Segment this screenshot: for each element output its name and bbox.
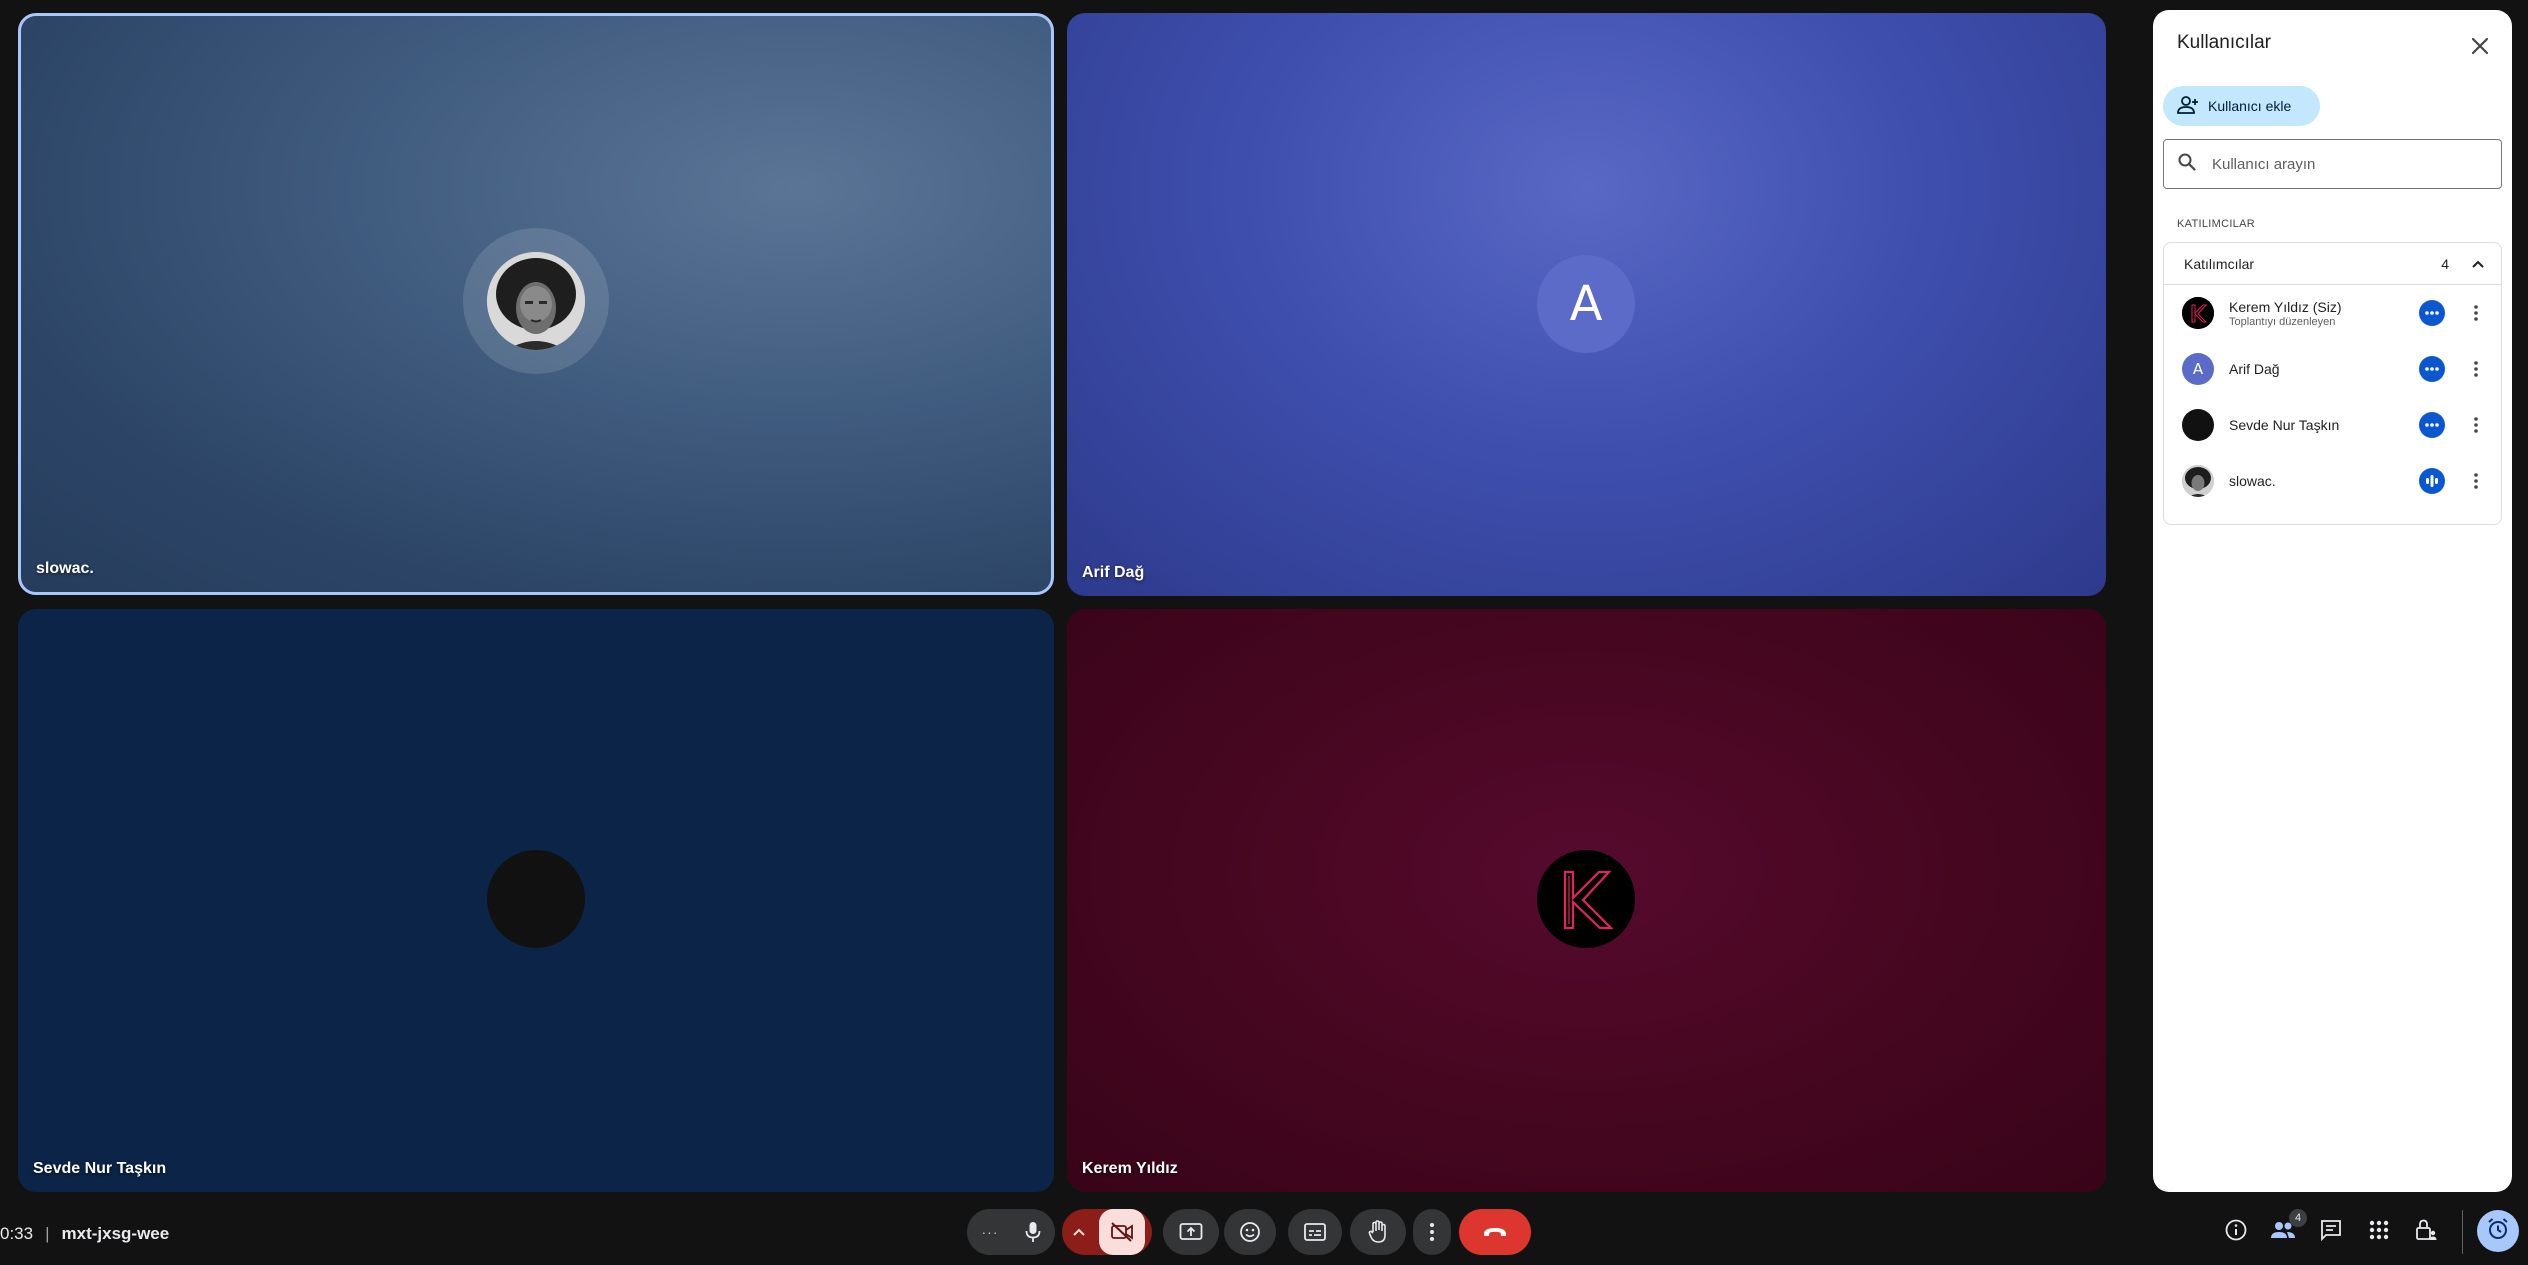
audio-wave-icon[interactable]	[2419, 468, 2445, 494]
participant-role: Toplantıyı düzenleyen	[2229, 315, 2336, 328]
emoji-icon	[1239, 1221, 1261, 1243]
participant-name: Arif Dağ	[2229, 361, 2280, 377]
camera-control-group	[1062, 1209, 1152, 1255]
leave-call-button[interactable]	[1459, 1209, 1531, 1255]
chevron-up-icon[interactable]	[2467, 253, 2489, 275]
more-dots-icon[interactable]	[2419, 356, 2445, 382]
participant-row[interactable]: Sevde Nur Taşkın	[2164, 397, 2501, 453]
camera-off-icon[interactable]	[1099, 1209, 1145, 1255]
lock-person-icon	[2414, 1218, 2438, 1247]
participant-row[interactable]: Kerem Yıldız (Siz) Toplantıyı düzenleyen	[2164, 285, 2501, 341]
present-screen-icon	[1179, 1222, 1203, 1242]
tile-label-sevde: Sevde Nur Taşkın	[33, 1160, 167, 1177]
reactions-button[interactable]	[1224, 1209, 1276, 1255]
kerem-k-logo-avatar	[1537, 850, 1635, 948]
tile-label-slowac: slowac.	[36, 560, 94, 577]
group-title: Katılımcılar	[2184, 255, 2255, 272]
toolbar-divider	[2462, 1210, 2463, 1254]
alarm-clock-icon	[2486, 1217, 2510, 1246]
meeting-info: 0:33 | mxt-jxsg-wee	[0, 1222, 169, 1246]
add-user-button[interactable]: Kullanıcı ekle	[2163, 86, 2320, 126]
search-input[interactable]	[2212, 155, 2482, 173]
present-screen-button[interactable]	[1163, 1209, 1219, 1255]
more-vert-icon[interactable]	[2465, 466, 2487, 496]
group-count: 4	[2441, 255, 2449, 272]
slowac-photo-avatar	[487, 252, 585, 350]
more-dots-icon[interactable]	[2419, 412, 2445, 438]
raise-hand-button[interactable]	[1350, 1209, 1406, 1255]
tile-slowac[interactable]: slowac.	[18, 13, 1054, 595]
meeting-code: mxt-jxsg-wee	[61, 1224, 170, 1243]
more-options-button[interactable]: ···	[982, 1224, 999, 1240]
host-controls-button[interactable]	[2410, 1216, 2442, 1248]
slowac-photo-avatar-small	[2182, 465, 2214, 497]
panel-title: Kullanıcılar	[2177, 32, 2271, 53]
tile-kerem[interactable]: Kerem Yıldız	[1067, 609, 2106, 1192]
chat-button[interactable]	[2315, 1216, 2347, 1248]
timer-button[interactable]	[2477, 1210, 2519, 1252]
more-vert-icon	[1430, 1223, 1434, 1241]
sevde-dark-avatar-small	[2182, 409, 2214, 441]
section-caption: KATILIMCILAR	[2177, 218, 2255, 230]
participants-group-header[interactable]: Katılımcılar 4	[2164, 243, 2501, 285]
kerem-k-logo-avatar-small	[2182, 297, 2214, 329]
separator: |	[45, 1224, 50, 1243]
participant-row[interactable]: A Arif Dağ	[2164, 341, 2501, 397]
meeting-details-button[interactable]	[2220, 1216, 2252, 1248]
people-panel: Kullanıcılar Kullanıcı ekle KATILIMCILAR…	[2153, 10, 2512, 1192]
tile-sevde[interactable]: Sevde Nur Taşkın	[18, 609, 1054, 1192]
activities-button[interactable]	[2363, 1216, 2395, 1248]
tile-arif[interactable]: A Arif Dağ	[1067, 13, 2106, 596]
sevde-dark-avatar	[487, 850, 585, 948]
tile-label-kerem: Kerem Yıldız	[1082, 1160, 1178, 1177]
meeting-time: 0:33	[0, 1224, 34, 1243]
person-add-icon	[2177, 95, 2199, 117]
hand-icon	[1367, 1220, 1389, 1244]
apps-grid-icon	[2369, 1220, 2389, 1245]
slowac-avatar-ring	[463, 228, 609, 374]
chevron-up-icon[interactable]	[1073, 1228, 1085, 1236]
people-button[interactable]: 4	[2267, 1209, 2307, 1248]
participant-name: slowac.	[2229, 473, 2276, 489]
captions-button[interactable]	[1288, 1209, 1342, 1255]
participants-group: Katılımcılar 4 Kerem Yıldız (Siz) Toplan…	[2163, 242, 2502, 525]
participant-name: Sevde Nur Taşkın	[2229, 417, 2340, 433]
search-icon	[2178, 153, 2196, 176]
more-vert-icon[interactable]	[2465, 354, 2487, 384]
more-vert-icon[interactable]	[2465, 410, 2487, 440]
people-count-badge: 4	[2289, 1209, 2307, 1227]
more-vert-icon[interactable]	[2465, 298, 2487, 328]
tile-label-arif: Arif Dağ	[1082, 564, 1145, 581]
call-end-icon	[1482, 1226, 1508, 1238]
arif-letter-avatar: A	[1537, 255, 1635, 353]
participant-row[interactable]: slowac.	[2164, 453, 2501, 509]
chat-icon	[2320, 1219, 2342, 1246]
arif-letter-avatar-small: A	[2182, 353, 2214, 385]
info-icon	[2224, 1218, 2248, 1247]
mic-control-group: ···	[967, 1209, 1055, 1255]
search-field[interactable]	[2163, 139, 2502, 189]
mic-icon[interactable]	[1025, 1221, 1041, 1243]
captions-icon	[1303, 1222, 1327, 1242]
close-icon[interactable]	[2466, 32, 2494, 60]
add-user-label: Kullanıcı ekle	[2208, 98, 2292, 114]
participant-name: Kerem Yıldız (Siz)	[2229, 298, 2342, 315]
more-dots-icon[interactable]	[2419, 300, 2445, 326]
more-vert-button[interactable]	[1413, 1209, 1451, 1255]
